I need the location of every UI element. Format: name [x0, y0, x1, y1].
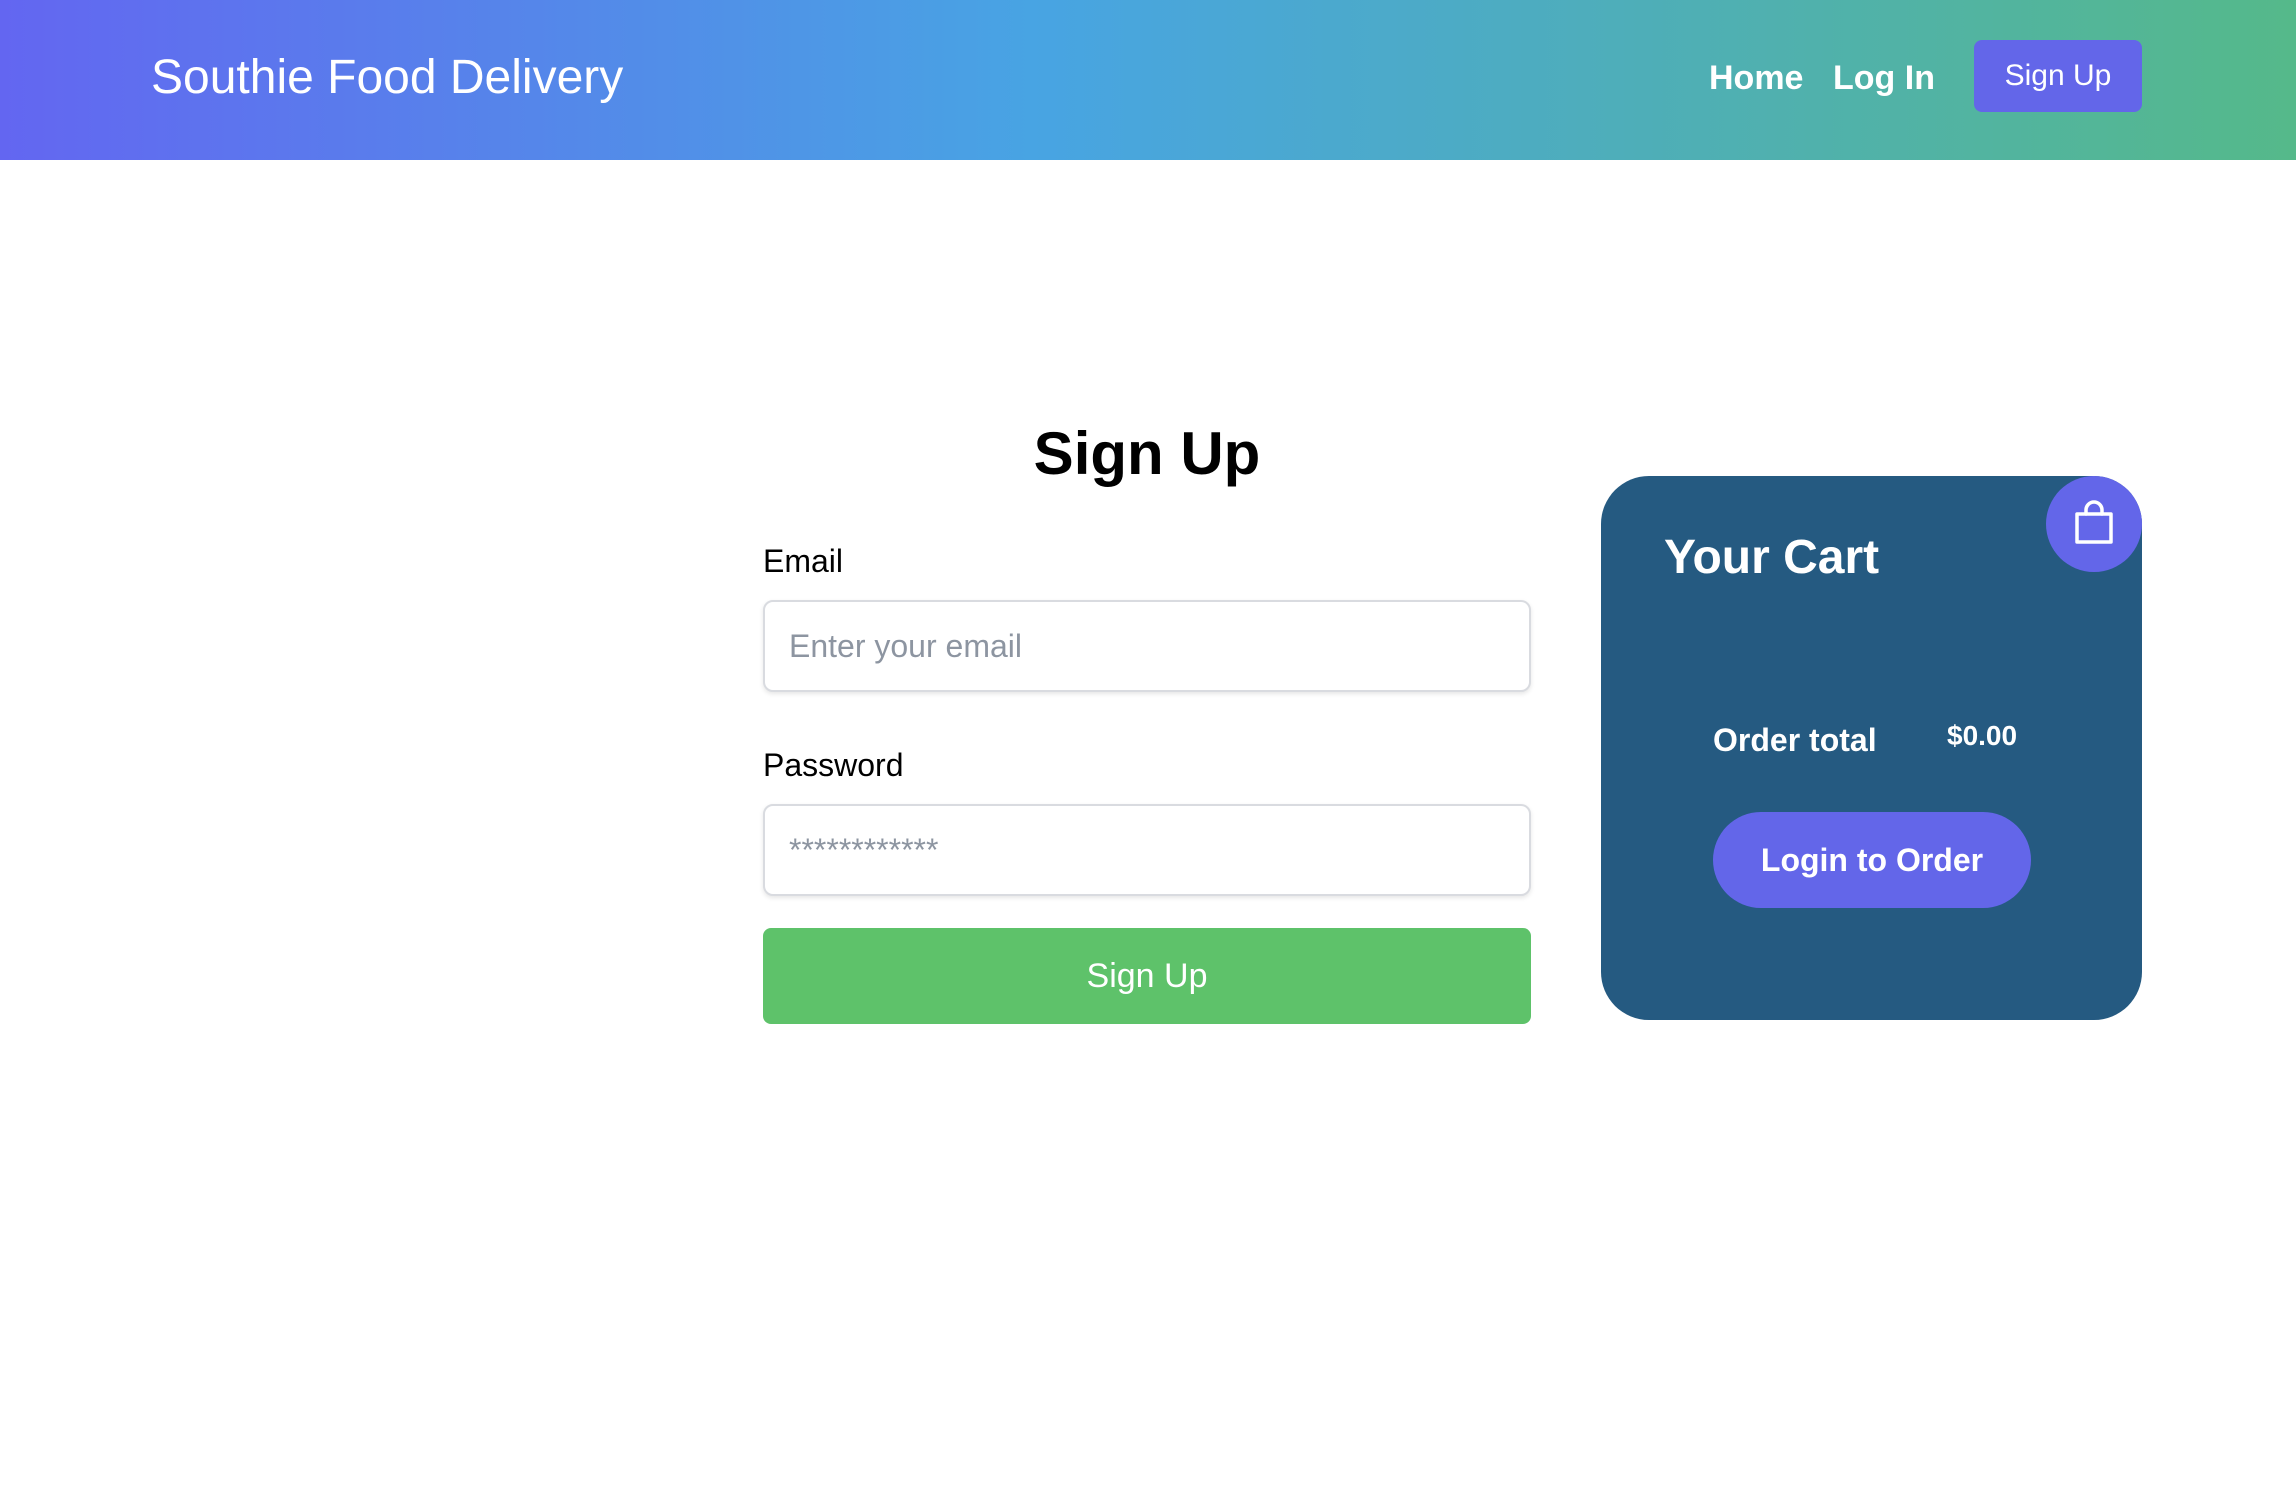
login-to-order-button[interactable]: Login to Order	[1713, 812, 2031, 908]
cart-icon-button[interactable]	[2046, 476, 2142, 572]
nav-home-link[interactable]: Home	[1709, 54, 1803, 102]
page-title: Sign Up	[1033, 420, 1261, 487]
signup-submit-button[interactable]: Sign Up	[763, 928, 1531, 1024]
order-total-label: Order total	[1713, 722, 1877, 758]
cart-panel: Your Cart Order total $0.00 Login to Ord…	[1601, 476, 2142, 1020]
brand-title[interactable]: Southie Food Delivery	[151, 48, 623, 108]
cart-title: Your Cart	[1664, 531, 1880, 584]
shopping-bag-icon	[2075, 500, 2113, 544]
password-label: Password	[763, 747, 904, 783]
email-field[interactable]	[763, 600, 1531, 692]
email-label: Email	[763, 543, 844, 579]
order-total-value: $0.00	[1947, 720, 2018, 751]
nav-login-link[interactable]: Log In	[1833, 54, 1935, 102]
password-field[interactable]	[763, 804, 1531, 896]
nav-signup-button[interactable]: Sign Up	[1974, 40, 2142, 112]
top-navbar: Southie Food Delivery Home Log In Sign U…	[0, 0, 2296, 160]
